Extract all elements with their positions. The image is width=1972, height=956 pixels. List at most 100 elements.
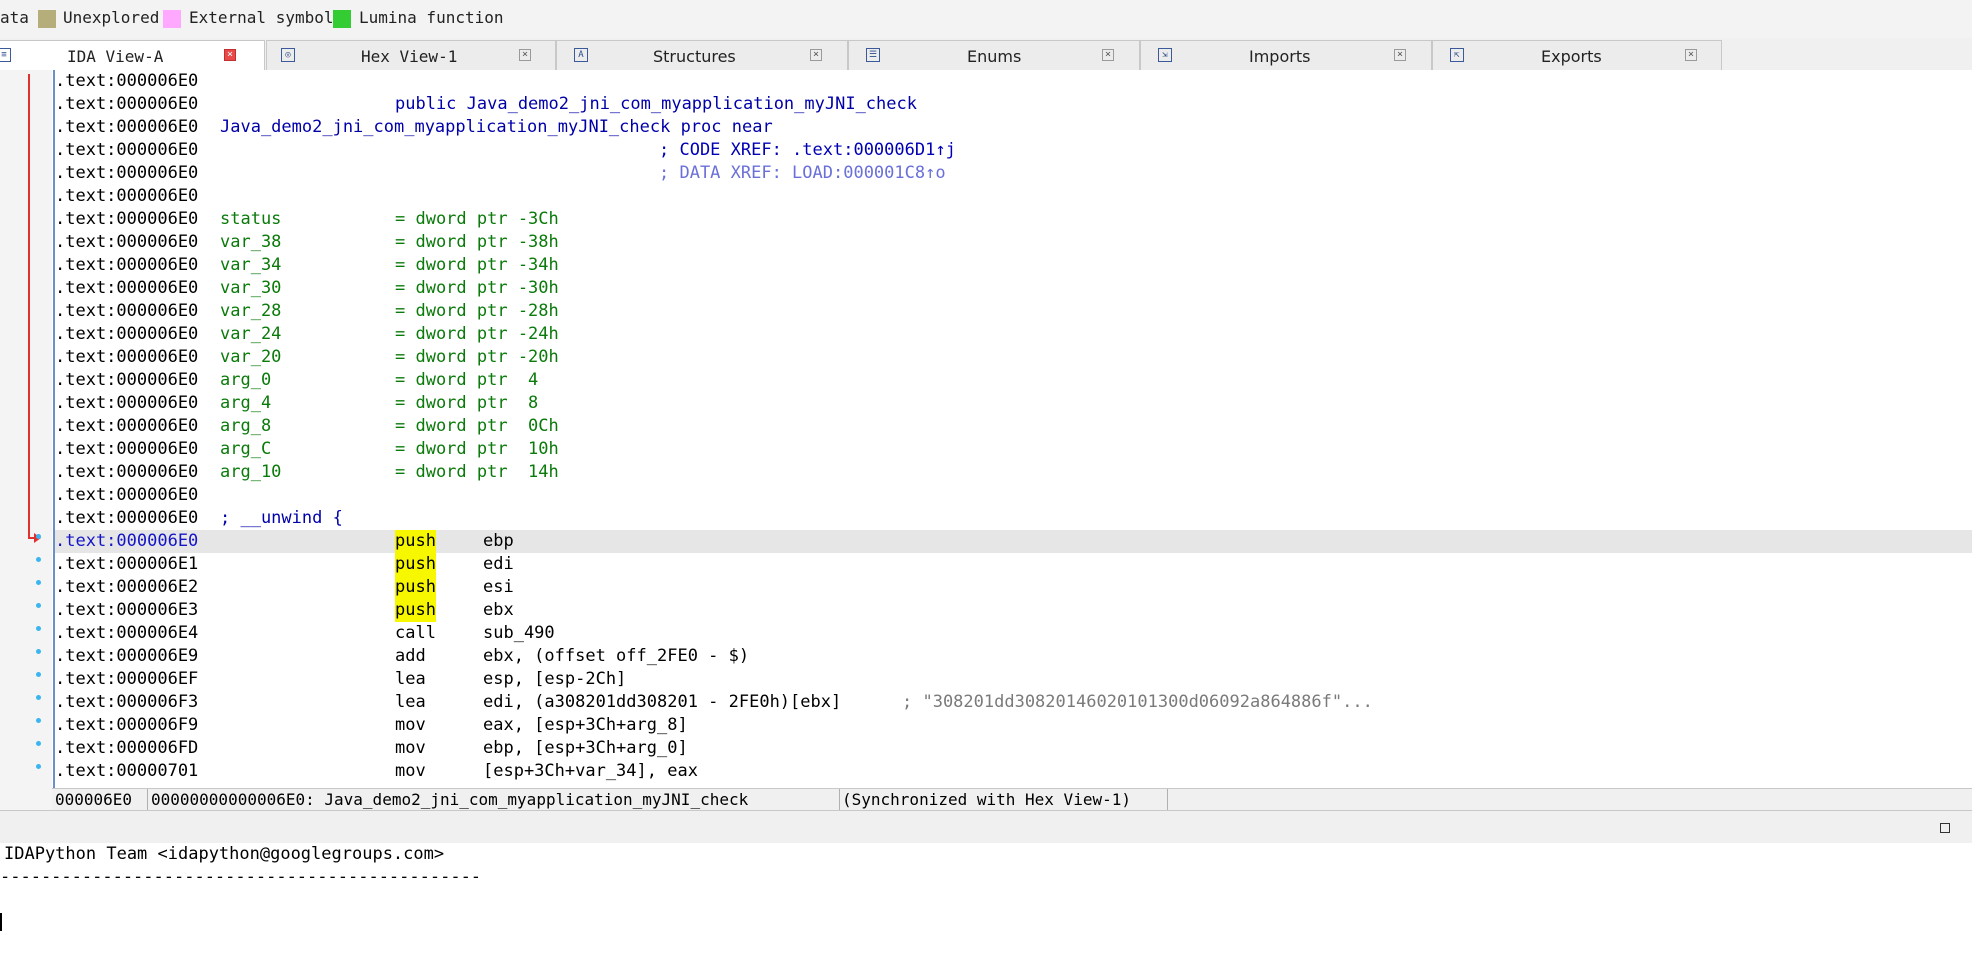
address: .text:000006E0	[55, 117, 199, 137]
code-line[interactable]: .text:000006E0 var_30 = dword ptr -30h	[55, 277, 1972, 300]
code-listing[interactable]: .text:000006E0 .text:000006E0 public Java…	[53, 70, 1972, 788]
tab-enums[interactable]: ☰ Enums ×	[848, 40, 1140, 70]
operands[interactable]: edi, (a308201dd308201 - 2FE0h)[ebx]	[483, 691, 841, 714]
mnemonic[interactable]: call	[395, 622, 436, 645]
stack-var-name[interactable]: var_24	[220, 323, 281, 346]
code-line[interactable]: .text:000006E4 call sub_490	[55, 622, 1972, 645]
mnemonic[interactable]: lea	[395, 691, 426, 714]
operands[interactable]: sub_490	[483, 622, 555, 645]
legend-bar: ata Unexplored External symbol Lumina fu…	[0, 0, 1972, 39]
disassembly-view[interactable]: .text:000006E0 .text:000006E0 public Java…	[0, 70, 1972, 811]
code-line[interactable]: .text:000006E0 arg_4 = dword ptr 8	[55, 392, 1972, 415]
operands[interactable]: esp, [esp-2Ch]	[483, 668, 626, 691]
code-line[interactable]: .text:000006E0 arg_C = dword ptr 10h	[55, 438, 1972, 461]
mnemonic[interactable]: push	[395, 599, 436, 622]
operands[interactable]: esi	[483, 576, 514, 599]
mnemonic[interactable]: mov	[395, 714, 426, 737]
operands[interactable]: eax, [esp+3Ch+arg_8]	[483, 714, 688, 737]
close-icon[interactable]: ×	[1394, 49, 1406, 61]
imports-icon: ⇲	[1158, 48, 1172, 62]
code-line[interactable]: .text:000006E0 ; DATA XREF: LOAD:000001C8…	[55, 162, 1972, 185]
operands[interactable]: ebp, [esp+3Ch+arg_0]	[483, 737, 688, 760]
code-line[interactable]: .text:000006E0 var_38 = dword ptr -38h	[55, 231, 1972, 254]
stack-var-def: = dword ptr -24h	[395, 324, 559, 344]
stack-var-name[interactable]: var_34	[220, 254, 281, 277]
hex-icon: ◎	[281, 48, 295, 62]
tab-ida-view-a[interactable]: ≡ IDA View-A ×	[0, 40, 265, 71]
close-icon[interactable]: ×	[1685, 49, 1697, 61]
code-line[interactable]: .text:000006E0 Java_demo2_jni_com_myappli…	[55, 116, 1972, 139]
code-line[interactable]: .text:000006F3 lea edi, (a308201dd308201 -…	[55, 691, 1972, 714]
code-line[interactable]: .text:000006FD mov ebp, [esp+3Ch+arg_0]	[55, 737, 1972, 760]
address: .text:000006E0	[55, 347, 199, 367]
operands[interactable]: ebp	[483, 530, 514, 553]
proc-declaration[interactable]: Java_demo2_jni_com_myapplication_myJNI_c…	[220, 116, 773, 139]
code-line[interactable]: .text:000006E0 arg_10 = dword ptr 14h	[55, 461, 1972, 484]
code-line[interactable]: .text:000006E0 var_20 = dword ptr -20h	[55, 346, 1972, 369]
operands[interactable]: ebx	[483, 599, 514, 622]
stack-var-name[interactable]: arg_8	[220, 415, 271, 438]
code-line[interactable]: .text:000006E0	[55, 185, 1972, 208]
mnemonic[interactable]: push	[395, 553, 436, 576]
output-window[interactable]: IDAPython Team <idapython@googlegroups.c…	[0, 843, 1972, 956]
tab-exports[interactable]: ⇱ Exports ×	[1432, 40, 1722, 70]
stack-var-name[interactable]: var_38	[220, 231, 281, 254]
code-line[interactable]: .text:000006E0 ; CODE XREF: .text:000006D…	[55, 139, 1972, 162]
mnemonic[interactable]: mov	[395, 760, 426, 783]
mnemonic[interactable]: add	[395, 645, 426, 668]
code-line[interactable]: .text:000006E0 status = dword ptr -3Ch	[55, 208, 1972, 231]
code-line[interactable]: .text:000006F9 mov eax, [esp+3Ch+arg_8]	[55, 714, 1972, 737]
stack-var-name[interactable]: arg_10	[220, 461, 281, 484]
address: .text:000006E0	[55, 439, 199, 459]
code-xref-comment[interactable]: ; CODE XREF: .text:000006D1↑j	[659, 139, 956, 162]
string-comment[interactable]: ; "308201dd30820146020101300d06092a86488…	[902, 691, 1373, 714]
code-line-current[interactable]: .text:000006E0 push ebp	[55, 530, 1972, 553]
mnemonic[interactable]: lea	[395, 668, 426, 691]
operands[interactable]: edi	[483, 553, 514, 576]
code-line[interactable]: .text:000006E0 ; __unwind {	[55, 507, 1972, 530]
stack-var-name[interactable]: var_30	[220, 277, 281, 300]
status-offset: 000006E0	[52, 789, 148, 811]
code-line[interactable]: .text:000006E0 arg_8 = dword ptr 0Ch	[55, 415, 1972, 438]
stack-var-name[interactable]: arg_C	[220, 438, 271, 461]
operands[interactable]: ebx, (offset off_2FE0 - $)	[483, 645, 749, 668]
close-icon[interactable]: ×	[224, 49, 236, 61]
instruction-dot	[36, 534, 41, 539]
operands[interactable]: [esp+3Ch+var_34], eax	[483, 760, 698, 783]
code-line[interactable]: .text:000006E1 push edi	[55, 553, 1972, 576]
maximize-icon[interactable]	[1940, 823, 1950, 833]
mnemonic[interactable]: push	[395, 530, 436, 553]
code-line[interactable]: .text:000006E2 push esi	[55, 576, 1972, 599]
code-line[interactable]: .text:000006E3 push ebx	[55, 599, 1972, 622]
address: .text:000006E0	[55, 416, 199, 436]
data-xref-comment[interactable]: ; DATA XREF: LOAD:000001C8↑o	[659, 162, 946, 185]
code-line[interactable]: .text:000006EF lea esp, [esp-2Ch]	[55, 668, 1972, 691]
tab-imports[interactable]: ⇲ Imports ×	[1140, 40, 1432, 70]
code-line[interactable]: .text:000006E0 var_34 = dword ptr -34h	[55, 254, 1972, 277]
tab-structures[interactable]: A Structures ×	[556, 40, 848, 70]
close-icon[interactable]: ×	[519, 49, 531, 61]
code-line[interactable]: .text:00000701 mov [esp+3Ch+var_34], eax	[55, 760, 1972, 783]
legend-item-unexplored: Unexplored	[63, 8, 160, 27]
mnemonic[interactable]: mov	[395, 737, 426, 760]
stack-var-name[interactable]: arg_0	[220, 369, 271, 392]
code-line[interactable]: .text:000006E0 var_28 = dword ptr -28h	[55, 300, 1972, 323]
code-line[interactable]: .text:000006E0	[55, 484, 1972, 507]
stack-var-name[interactable]: arg_4	[220, 392, 271, 415]
close-icon[interactable]: ×	[1102, 49, 1114, 61]
close-icon[interactable]: ×	[810, 49, 822, 61]
code-line[interactable]: .text:000006E0 arg_0 = dword ptr 4	[55, 369, 1972, 392]
code-line[interactable]: .text:000006E9 add ebx, (offset off_2FE0 -…	[55, 645, 1972, 668]
public-declaration[interactable]: public Java_demo2_jni_com_myapplication_…	[395, 93, 917, 116]
tab-hex-view-1[interactable]: ◎ Hex View-1 ×	[266, 40, 556, 70]
code-line[interactable]: .text:000006E0	[55, 70, 1972, 93]
code-line[interactable]: .text:000006E0 public Java_demo2_jni_com_…	[55, 93, 1972, 116]
output-line: IDAPython Team <idapython@googlegroups.c…	[4, 844, 445, 864]
stack-var-name[interactable]: var_20	[220, 346, 281, 369]
code-line[interactable]: .text:000006E0 var_24 = dword ptr -24h	[55, 323, 1972, 346]
stack-var-name[interactable]: status	[220, 208, 281, 231]
stack-var-name[interactable]: var_28	[220, 300, 281, 323]
mnemonic[interactable]: push	[395, 576, 436, 599]
address: .text:000006F9	[55, 715, 199, 735]
instruction-dot	[36, 603, 41, 608]
